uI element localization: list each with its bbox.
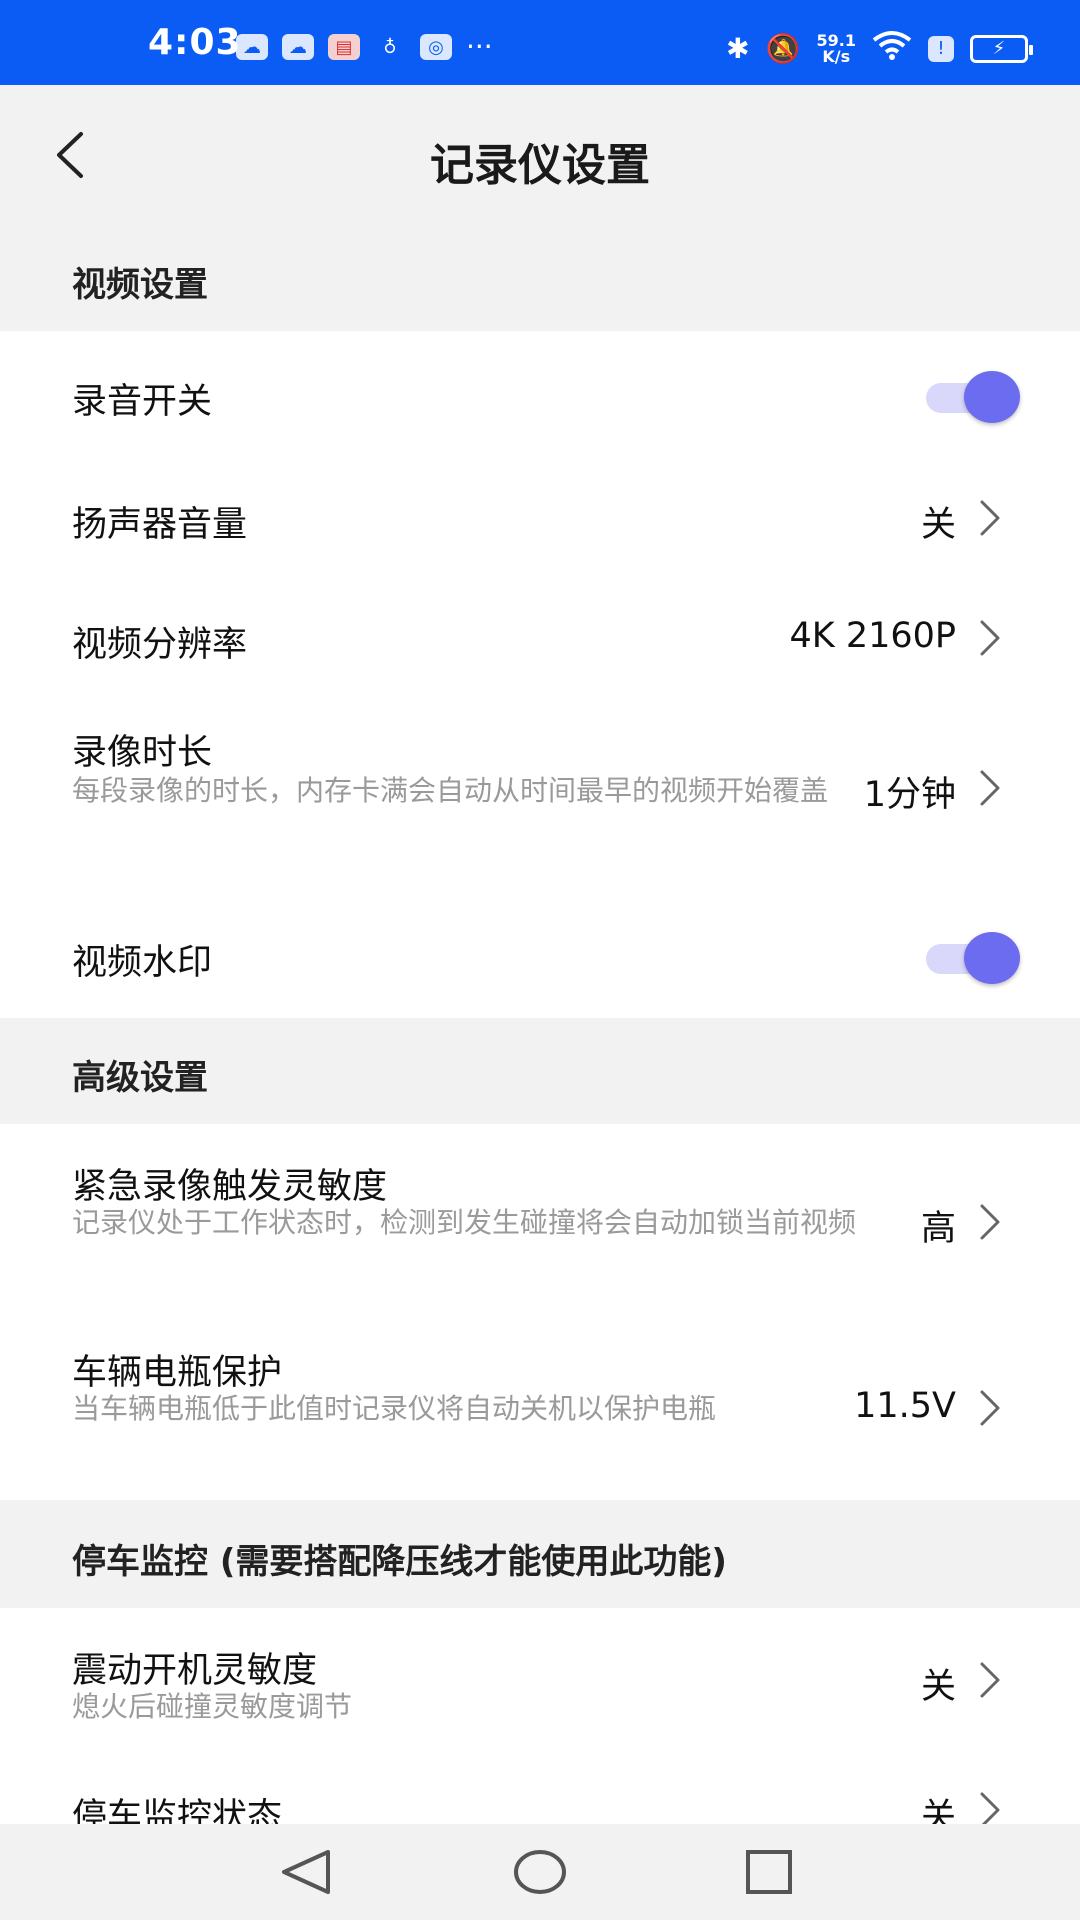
chevron-right-icon	[980, 1204, 1000, 1240]
chevron-right-icon	[980, 620, 1000, 656]
alert-icon: !	[928, 35, 954, 62]
setting-row-emergency-sensitivity[interactable]: 紧急录像触发灵敏度 记录仪处于工作状态时，检测到发生碰撞将会自动加锁当前视频 高	[0, 1124, 1080, 1312]
section-advanced: 紧急录像触发灵敏度 记录仪处于工作状态时，检测到发生碰撞将会自动加锁当前视频 高…	[0, 1124, 1080, 1500]
battery-protection-desc: 当车辆电瓶低于此值时记录仪将自动关机以保护电瓶	[72, 1392, 717, 1425]
section-parking: 震动开机灵敏度 熄火后碰撞灵敏度调节 关 停车监控状态 关	[0, 1608, 1080, 1824]
chevron-right-icon	[980, 770, 1000, 806]
setting-row-recording-duration[interactable]: 录像时长 每段录像的时长，内存卡满会自动从时间最早的视频开始覆盖 1分钟	[0, 700, 1080, 896]
emergency-sensitivity-desc: 记录仪处于工作状态时，检测到发生碰撞将会自动加锁当前视频	[72, 1206, 857, 1239]
chevron-right-icon	[980, 1792, 1000, 1824]
setting-row-parking-monitor-status[interactable]: 停车监控状态 关	[0, 1788, 1080, 1824]
system-nav-bar	[0, 1824, 1080, 1920]
globe-icon: ◎	[420, 34, 452, 60]
setting-row-video-watermark[interactable]: 视频水印	[0, 896, 1080, 1018]
cloud-icon: ☁	[282, 34, 314, 60]
audio-recording-toggle[interactable]	[922, 369, 1022, 423]
nav-back-icon[interactable]	[272, 1844, 342, 1900]
status-time: 4:03	[148, 22, 242, 63]
setting-row-video-resolution[interactable]: 视频分辨率 4K 2160P	[0, 578, 1080, 700]
section-header-advanced: 高级设置	[0, 1018, 1080, 1124]
chevron-right-icon	[980, 1390, 1000, 1426]
nav-recents-icon[interactable]	[734, 1844, 804, 1900]
notification-icons: ☁ ☁ ▤ ♁ ◎ ···	[236, 30, 493, 63]
setting-row-battery-protection[interactable]: 车辆电瓶保护 当车辆电瓶低于此值时记录仪将自动关机以保护电瓶 11.5V	[0, 1312, 1080, 1500]
setting-row-vibration-sensitivity[interactable]: 震动开机灵敏度 熄火后碰撞灵敏度调节 关	[0, 1608, 1080, 1758]
system-icons: ✱ 🔕 59.1 K/s ! ⚡	[726, 30, 1033, 67]
bluetooth-icon: ✱	[726, 32, 750, 65]
chevron-right-icon	[980, 500, 1000, 536]
chevron-right-icon	[980, 1662, 1000, 1698]
recording-duration-desc: 每段录像的时长，内存卡满会自动从时间最早的视频开始覆盖	[72, 774, 829, 807]
parking-monitor-status-value: 关	[920, 1797, 956, 1824]
bulb-icon: ♁	[383, 36, 397, 58]
section-header-video: 视频设置	[0, 225, 1080, 331]
cloud-icon: ☁	[236, 34, 268, 60]
calendar-icon: ▤	[328, 34, 360, 60]
vibration-sensitivity-desc: 熄火后碰撞灵敏度调节	[72, 1690, 353, 1723]
speaker-volume-value: 关	[920, 505, 956, 545]
battery-protection-value: 11.5V	[854, 1386, 956, 1426]
page-title: 记录仪设置	[430, 140, 650, 191]
recording-duration-value: 1分钟	[863, 775, 956, 815]
setting-row-audio-recording[interactable]: 录音开关	[0, 331, 1080, 456]
battery-charging-icon: ⚡	[970, 34, 1033, 63]
video-watermark-toggle[interactable]	[922, 930, 1022, 984]
section-video: 录音开关 扬声器音量 关 视频分辨率 4K 2160P 录像时长 每段录像的时长…	[0, 331, 1080, 1018]
setting-row-speaker-volume[interactable]: 扬声器音量 关	[0, 456, 1080, 578]
network-speed: 59.1 K/s	[816, 30, 856, 66]
section-header-parking: 停车监控 (需要搭配降压线才能使用此功能)	[0, 1500, 1080, 1608]
more-notifications-icon: ···	[466, 30, 493, 63]
status-bar: 4:03 ☁ ☁ ▤ ♁ ◎ ··· ✱ 🔕 59.1 K/s ! ⚡	[0, 0, 1080, 85]
wifi-icon	[872, 30, 912, 67]
emergency-sensitivity-value: 高	[920, 1209, 956, 1249]
nav-home-icon[interactable]	[505, 1844, 575, 1900]
video-resolution-value: 4K 2160P	[789, 616, 956, 656]
vibration-sensitivity-value: 关	[920, 1667, 956, 1707]
app-header: 记录仪设置	[0, 85, 1080, 225]
bell-muted-icon: 🔕	[765, 32, 801, 65]
